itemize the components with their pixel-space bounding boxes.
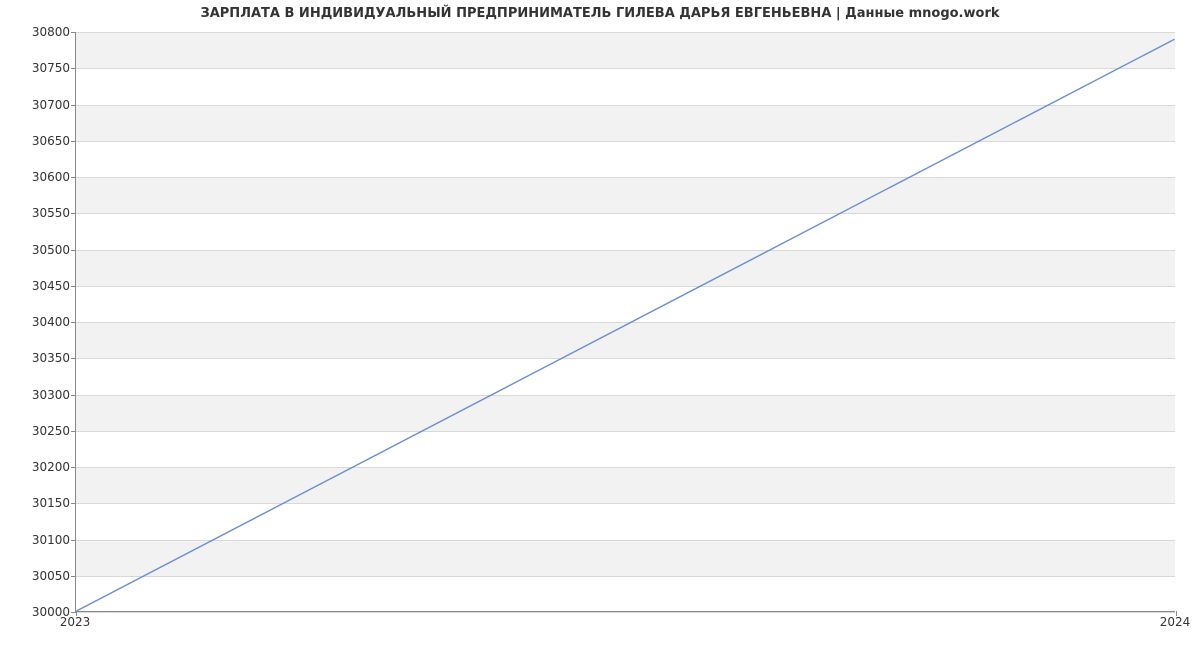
y-tick-label: 30550 [10,206,70,220]
y-tick-label: 30600 [10,170,70,184]
y-tick-label: 30300 [10,388,70,402]
y-tick-label: 30700 [10,98,70,112]
y-tick-label: 30250 [10,424,70,438]
line-layer [76,32,1175,611]
y-tick-label: 30100 [10,533,70,547]
y-tick-label: 30350 [10,351,70,365]
y-tick-label: 30450 [10,279,70,293]
chart-container: ЗАРПЛАТА В ИНДИВИДУАЛЬНЫЙ ПРЕДПРИНИМАТЕЛ… [0,0,1200,650]
plot-area [75,32,1175,612]
y-tick-label: 30200 [10,460,70,474]
x-tick-label: 2024 [1160,615,1191,629]
chart-title: ЗАРПЛАТА В ИНДИВИДУАЛЬНЫЙ ПРЕДПРИНИМАТЕЛ… [0,6,1200,21]
grid-line [76,612,1175,613]
y-tick-label: 30650 [10,134,70,148]
y-tick-label: 30750 [10,61,70,75]
y-tick-label: 30150 [10,496,70,510]
y-tick-label: 30500 [10,243,70,257]
data-line [76,39,1174,611]
y-tick-label: 30400 [10,315,70,329]
y-tick-label: 30050 [10,569,70,583]
y-tick-label: 30800 [10,25,70,39]
x-tick-label: 2023 [60,615,91,629]
